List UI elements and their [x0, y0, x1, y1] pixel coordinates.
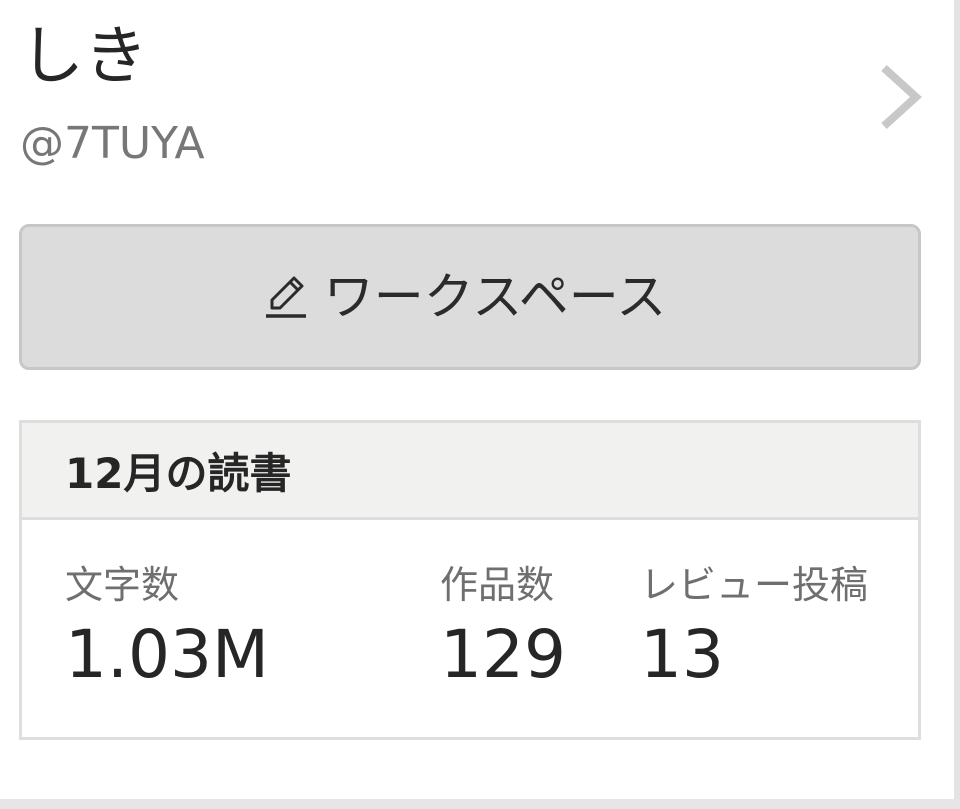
stat-label: レビュー投稿: [640, 563, 869, 607]
stat-label: 作品数: [440, 563, 555, 607]
workspace-button-content: ワークスペース: [264, 267, 667, 327]
user-profile-panel: しき @7TUYA ワークスペース 12月の読書 文字数 1.03M 作品数 1…: [0, 0, 960, 809]
workspace-button-label: ワークスペース: [323, 268, 667, 326]
stat-value: 129: [440, 616, 566, 693]
reading-stats-card: 12月の読書 文字数 1.03M 作品数 129 レビュー投稿 13: [19, 420, 921, 740]
stat-character-count: 文字数 1.03M: [65, 557, 269, 695]
stat-value: 13: [640, 616, 724, 693]
stat-review-count: レビュー投稿 13: [640, 557, 868, 695]
reading-stats-header: 12月の読書: [22, 423, 918, 520]
user-handle: @7TUYA: [20, 118, 205, 169]
pencil-icon: [265, 276, 306, 318]
stat-value: 1.03M: [65, 616, 269, 693]
reading-stats-title: 12月の読書: [65, 448, 292, 498]
stat-label: 文字数: [65, 563, 180, 607]
chevron-right-icon[interactable]: [876, 62, 926, 132]
user-name: しき: [20, 20, 148, 94]
stat-work-count: 作品数 129: [440, 557, 566, 695]
workspace-button[interactable]: ワークスペース: [19, 224, 921, 370]
panel-right-divider: [954, 0, 960, 809]
profile-link[interactable]: しき @7TUYA: [0, 0, 954, 200]
panel-bottom-divider: [0, 799, 960, 809]
